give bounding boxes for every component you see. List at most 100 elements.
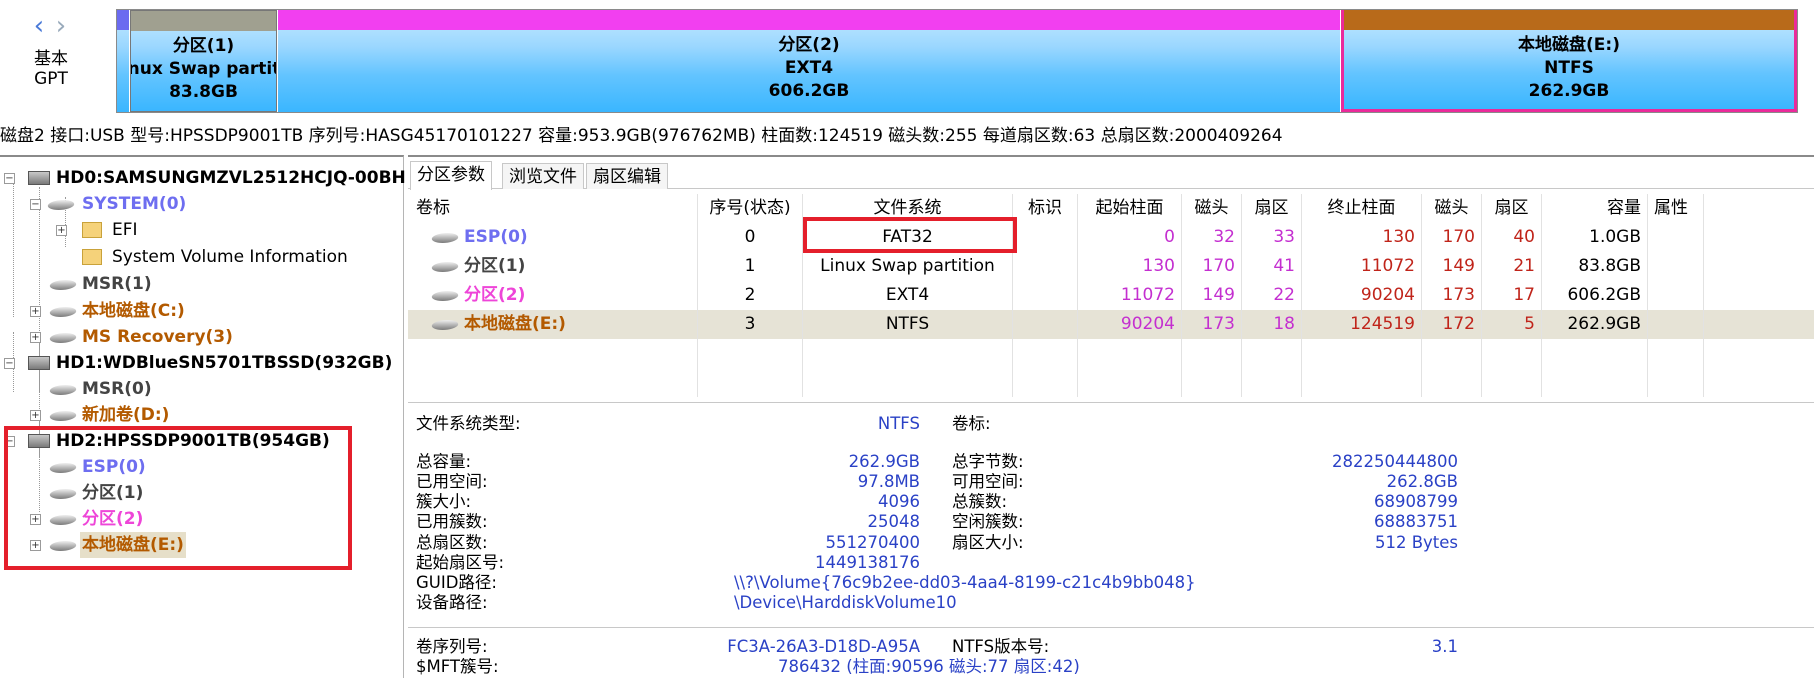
folder-icon (82, 222, 102, 238)
disk-map-segment-local-disk-e[interactable]: 本地磁盘(E:) NTFS 262.9GB (1341, 10, 1797, 112)
detail-label: 卷标: (952, 414, 991, 433)
cell-end-head: 173 (1422, 281, 1482, 310)
cell-start-cyl: 90204 (1078, 310, 1182, 339)
column-header[interactable]: 磁头 (1422, 194, 1482, 223)
detail-label: 总扇区数: (416, 533, 488, 552)
disk-map-segment-esp[interactable] (117, 10, 129, 112)
tree-label: HD0:SAMSUNGMZVL2512HCJQ-00BH (56, 168, 406, 188)
partition-icon (47, 411, 79, 421)
collapse-icon[interactable]: − (4, 358, 15, 369)
detail-label: $MFT簇号: (416, 657, 499, 676)
cell-end-sec: 5 (1482, 310, 1542, 339)
disk-map-segment-partition-1[interactable]: 分区(1) Linux Swap partition 83.8GB (130, 10, 277, 112)
folder-icon (82, 249, 102, 265)
column-header[interactable]: 磁头 (1182, 194, 1242, 223)
cell-start-cyl: 0 (1078, 223, 1182, 252)
column-header[interactable]: 起始柱面 (1078, 194, 1182, 223)
detail-value: \\?\Volume{76c9b2ee-dd03-4aa4-8199-c21c4… (734, 573, 1196, 592)
column-header[interactable]: 标识 (1013, 194, 1078, 223)
cell-end-head: 172 (1422, 310, 1482, 339)
cell-fs: Linux Swap partition (803, 252, 1013, 281)
disk-selector: ‹ › 基本 GPT (0, 0, 112, 110)
disk-tree: − HD0:SAMSUNGMZVL2512HCJQ-00BH − SYSTEM(… (0, 155, 406, 678)
segment-name: 本地磁盘(E:) (1518, 35, 1620, 55)
cell-start-head: 170 (1182, 252, 1242, 281)
tab-sector-edit[interactable]: 扇区编辑 (586, 163, 668, 189)
cell-attr (1648, 252, 1704, 281)
cell-start-head: 32 (1182, 223, 1242, 252)
detail-label: NTFS版本号: (952, 637, 1050, 656)
segment-size: 262.9GB (1528, 81, 1610, 101)
cell-end-sec: 40 (1482, 223, 1542, 252)
disk-map-segment-partition-2[interactable]: 分区(2) EXT4 606.2GB (278, 10, 1340, 112)
next-disk-icon[interactable]: › (52, 12, 70, 40)
cell-label: 本地磁盘(E:) (464, 314, 566, 334)
column-header[interactable]: 序号(状态) (698, 194, 803, 223)
expand-icon[interactable]: + (30, 410, 41, 421)
column-header[interactable]: 属性 (1648, 194, 1704, 223)
collapse-icon[interactable]: − (30, 199, 41, 210)
partition-details: 文件系统类型: NTFS 卷标: 总容量: 262.9GB 总字节数: 2822… (408, 402, 1814, 676)
detail-value: \Device\HarddiskVolume10 (734, 593, 957, 612)
tree-label: System Volume Information (112, 247, 348, 267)
detail-label: 起始扇区号: (416, 553, 505, 572)
detail-label: 空闲簇数: (952, 512, 1024, 531)
cell-size: 262.9GB (1542, 310, 1648, 339)
detail-label: 可用空间: (952, 472, 1024, 491)
cell-end-sec: 21 (1482, 252, 1542, 281)
partition-icon (429, 233, 461, 243)
tree-label: MS Recovery(3) (82, 327, 233, 347)
detail-label: 卷序列号: (416, 637, 488, 656)
tree-label: EFI (112, 220, 138, 240)
cell-flag (1013, 223, 1078, 252)
tab-browse-files[interactable]: 浏览文件 (502, 163, 584, 189)
cell-label: ESP(0) (464, 227, 528, 247)
expand-icon[interactable]: + (30, 332, 41, 343)
detail-label: GUID路径: (416, 573, 497, 592)
partition-style-label: GPT (34, 69, 68, 89)
expand-icon[interactable]: + (30, 306, 41, 317)
tree-label: MSR(1) (82, 274, 152, 294)
tab-partition-params[interactable]: 分区参数 (410, 161, 492, 190)
cell-index: 0 (698, 223, 803, 252)
harddisk-icon (28, 171, 50, 185)
cell-end-sec: 17 (1482, 281, 1542, 310)
table-row-selected[interactable]: 本地磁盘(E:) 3 NTFS 90204 173 18 124519 172 … (408, 310, 1814, 339)
table-header: 卷标 序号(状态) 文件系统 标识 起始柱面 磁头 扇区 终止柱面 磁头 扇区 … (408, 194, 1814, 223)
partition-icon (45, 200, 77, 210)
segment-name: 分区(2) (778, 35, 840, 55)
table-row[interactable]: 分区(2) 2 EXT4 11072 149 22 90204 173 17 6… (408, 281, 1814, 310)
detail-value: NTFS (877, 414, 920, 433)
partition-icon (47, 333, 79, 343)
segment-fs: EXT4 (784, 58, 834, 78)
partition-panel: 分区参数 浏览文件 扇区编辑 卷标 序号(状态) 文件系统 标识 起始柱面 磁头… (408, 155, 1814, 678)
divider (408, 627, 1814, 628)
column-header[interactable]: 扇区 (1242, 194, 1302, 223)
cell-flag (1013, 310, 1078, 339)
diskgenius-window: ‹ › 基本 GPT 分区(1) Linux Swap partition 83… (0, 0, 1814, 678)
detail-label: 文件系统类型: (416, 414, 521, 433)
cell-attr (1648, 223, 1704, 252)
detail-label: 设备路径: (416, 593, 488, 612)
expand-icon[interactable]: + (56, 225, 67, 236)
column-header[interactable]: 终止柱面 (1302, 194, 1422, 223)
cell-end-cyl: 124519 (1302, 310, 1422, 339)
cell-label: 分区(2) (464, 285, 526, 305)
segment-fs: NTFS (1544, 58, 1594, 78)
detail-label: 已用簇数: (416, 512, 488, 531)
prev-disk-icon[interactable]: ‹ (30, 12, 48, 40)
disk-partition-map: 分区(1) Linux Swap partition 83.8GB 分区(2) … (116, 9, 1798, 113)
cell-start-sec: 41 (1242, 252, 1302, 281)
column-header[interactable]: 卷标 (408, 194, 698, 223)
table-row[interactable]: 分区(1) 1 Linux Swap partition 130 170 41 … (408, 252, 1814, 281)
table-row[interactable]: ESP(0) 0 FAT32 0 32 33 130 170 40 1.0GB (408, 223, 1814, 252)
column-header[interactable]: 扇区 (1482, 194, 1542, 223)
tree-label: MSR(0) (82, 379, 152, 399)
cell-size: 83.8GB (1542, 252, 1648, 281)
cell-flag (1013, 252, 1078, 281)
table-empty-row (408, 339, 1814, 368)
tree-label: 新加卷(D:) (82, 405, 170, 425)
annotation-highlight-hd2 (4, 426, 352, 570)
column-header[interactable]: 容量 (1542, 194, 1648, 223)
collapse-icon[interactable]: − (4, 173, 15, 184)
